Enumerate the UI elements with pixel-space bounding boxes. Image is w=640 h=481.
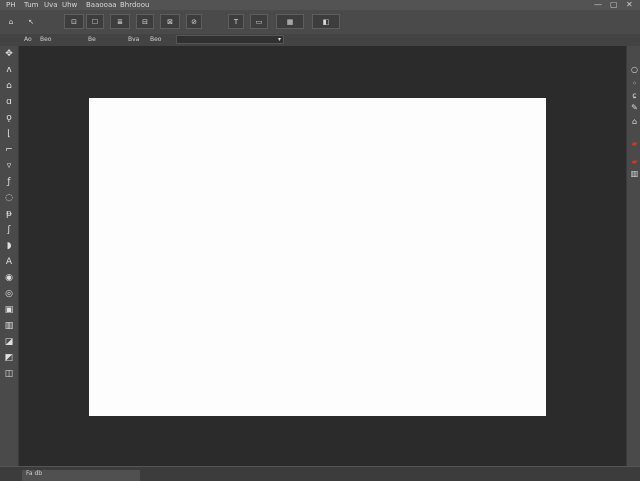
- option-label-2[interactable]: Beo: [40, 36, 51, 43]
- marquee-tool-icon[interactable]: ⌂: [3, 80, 15, 92]
- menu-item-select[interactable]: Bhrdoou: [120, 1, 149, 9]
- tb-transform-button[interactable]: ⊠: [160, 14, 180, 29]
- color-icon: ◧: [322, 18, 330, 26]
- option-label-3[interactable]: Be: [88, 36, 96, 43]
- minimize-icon[interactable]: —: [594, 0, 602, 9]
- menu-item-edit[interactable]: Uva: [44, 1, 58, 9]
- color-panel-icon[interactable]: ▰: [629, 156, 640, 167]
- layers-icon: ≣: [117, 18, 123, 26]
- close-icon[interactable]: ✕: [626, 0, 633, 9]
- shape-tool-icon[interactable]: ◪: [3, 336, 15, 348]
- heal-tool-icon[interactable]: ▿: [3, 160, 15, 172]
- tb-brush-button[interactable]: ⊘: [186, 14, 202, 29]
- right-panel-dock: ○ ◦ ɕ ✎ ⌂ ▰ ▰ ▥: [626, 46, 640, 466]
- transform-icon: ⊠: [167, 18, 173, 26]
- top-toolbar: ⌂ ↖ ⊡ ☐ ≣ ⊟ ⊠ ⊘ T ▭ ▦ ◧: [0, 10, 640, 35]
- menu-item-file[interactable]: Tum: [24, 1, 38, 9]
- shape-icon: ▭: [255, 18, 263, 26]
- tb-home-button[interactable]: ⌂: [4, 14, 18, 29]
- canvas[interactable]: [89, 98, 546, 416]
- move-tool-icon[interactable]: ✥: [3, 48, 15, 60]
- layers-panel-icon[interactable]: ▥: [629, 168, 640, 179]
- menu-item-image[interactable]: Uhw: [62, 1, 77, 9]
- option-dropdown[interactable]: ▾: [176, 35, 284, 44]
- dodge-icon[interactable]: ◉: [3, 272, 15, 284]
- tb-crop-button[interactable]: ⊟: [136, 14, 154, 29]
- option-label-1[interactable]: Ao: [24, 36, 32, 43]
- chevron-down-icon: ▾: [277, 36, 281, 43]
- hand-tool-icon[interactable]: ◩: [3, 352, 15, 364]
- history-brush-icon[interactable]: ᵽ: [3, 208, 15, 220]
- brush-tool-icon[interactable]: ƒ: [3, 176, 15, 188]
- properties-icon[interactable]: ◦: [629, 78, 640, 89]
- adjustments-icon[interactable]: ɕ: [629, 90, 640, 101]
- slice-tool-icon[interactable]: ⌊: [3, 128, 15, 140]
- gradient-icon[interactable]: ◗: [3, 240, 15, 252]
- clone-tool-icon[interactable]: ◌: [3, 192, 15, 204]
- option-label-4[interactable]: Bva: [128, 36, 139, 43]
- menu-item-layer[interactable]: Baaooaa: [86, 1, 117, 9]
- home-icon: ⌂: [8, 18, 14, 26]
- styles-icon[interactable]: ✎: [629, 102, 640, 113]
- path-select-icon[interactable]: ▥: [3, 320, 15, 332]
- tb-text-button[interactable]: T: [228, 14, 244, 29]
- pen-icon[interactable]: ◎: [3, 288, 15, 300]
- tb-move-button[interactable]: ↖: [24, 14, 38, 29]
- eraser-icon[interactable]: ʃ: [3, 224, 15, 236]
- menu-bar: PH Tum Uva Uhw Baaooaa Bhrdoou — ▢ ✕: [0, 0, 640, 10]
- type-icon[interactable]: ▣: [3, 304, 15, 316]
- tb-color-button[interactable]: ◧: [312, 14, 340, 29]
- crop-tool-icon[interactable]: ǫ: [3, 112, 15, 124]
- tb-shape-button[interactable]: ▭: [250, 14, 268, 29]
- brush-icon: ⊘: [191, 18, 197, 26]
- status-label: Fa db: [26, 470, 43, 477]
- tools-panel: ✥ ʌ ⌂ ɑ ǫ ⌊ ⌐ ▿ ƒ ◌ ᵽ ʃ ◗ A ◉ ◎ ▣ ▥ ◪ ◩ …: [0, 46, 19, 466]
- maximize-icon[interactable]: ▢: [610, 0, 618, 9]
- status-bar: Fa db: [0, 466, 640, 481]
- text-icon: T: [233, 18, 239, 26]
- tb-zoom-button[interactable]: ⊡: [64, 14, 84, 29]
- magic-wand-icon[interactable]: ɑ: [3, 96, 15, 108]
- tb-layers-button[interactable]: ≣: [110, 14, 130, 29]
- app-logo[interactable]: PH: [6, 1, 16, 9]
- history-panel-icon[interactable]: ○: [629, 64, 640, 75]
- option-label-5[interactable]: Beo: [150, 36, 161, 43]
- lasso-tool-icon[interactable]: ʌ: [3, 64, 15, 76]
- crop-icon: ⊟: [142, 18, 148, 26]
- eyedropper-icon[interactable]: ⌐: [3, 144, 15, 156]
- move-icon: ↖: [28, 18, 34, 26]
- grid-icon: ▦: [286, 18, 294, 26]
- tb-hand-button[interactable]: ☐: [86, 14, 104, 29]
- hand-icon: ☐: [91, 18, 99, 26]
- zoom-icon: ⊡: [71, 18, 77, 26]
- swatch-icon[interactable]: ▰: [629, 138, 640, 149]
- paths-icon[interactable]: ⌂: [629, 116, 640, 127]
- blur-icon[interactable]: A: [3, 256, 15, 268]
- zoom-tool-icon[interactable]: ◫: [3, 368, 15, 380]
- tb-grid-button[interactable]: ▦: [276, 14, 304, 29]
